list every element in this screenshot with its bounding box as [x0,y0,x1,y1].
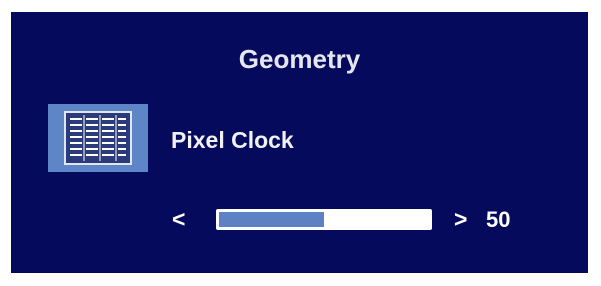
osd-panel: Geometry Pixel Clock < > 50 [11,12,588,273]
menu-title: Geometry [238,44,361,74]
increase-arrow-icon[interactable]: > [454,206,467,232]
slider-value: 50 [486,207,511,232]
decrease-arrow-icon[interactable]: < [172,206,185,232]
pixel-clock-slider[interactable] [216,209,432,230]
pixel-clock-icon [48,104,148,172]
slider-fill [219,212,324,227]
pixel-clock-label: Pixel Clock [171,127,294,153]
